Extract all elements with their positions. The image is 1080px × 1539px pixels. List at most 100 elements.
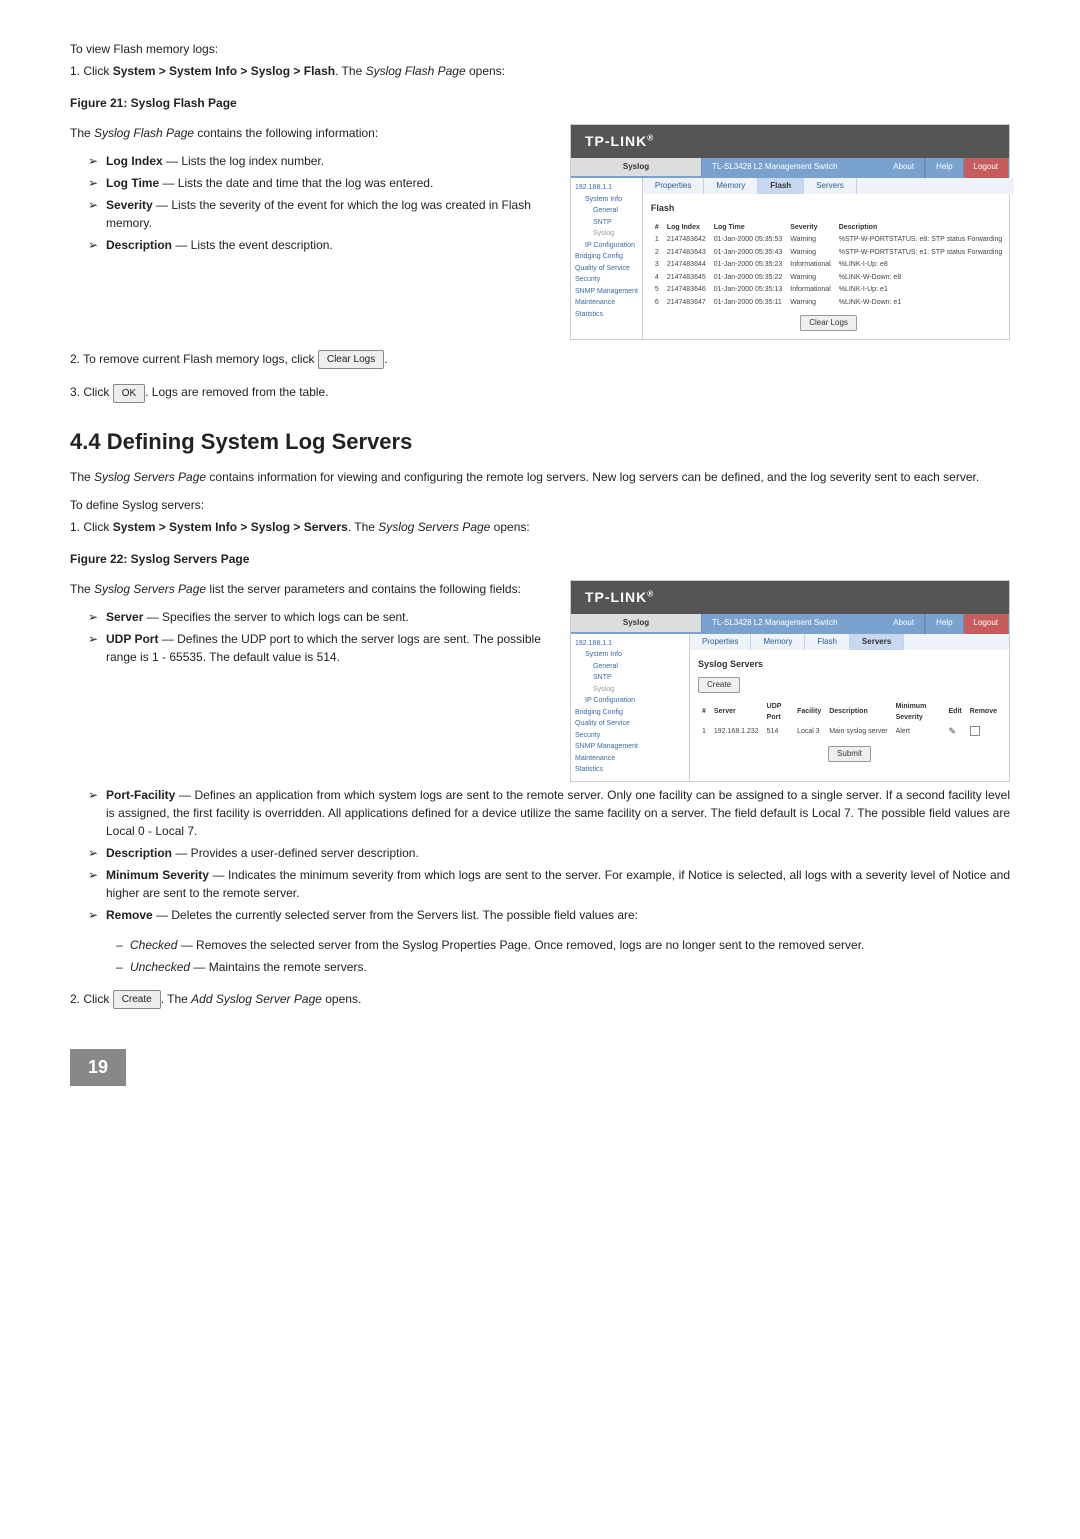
nav-snmp-2[interactable]: SNMP Management xyxy=(575,742,685,753)
c: 2147483646 xyxy=(663,284,710,297)
tab-properties[interactable]: Properties xyxy=(643,178,704,194)
flash-step1-italic: Syslog Flash Page xyxy=(366,64,466,78)
flash-page-intro: The Syslog Flash Page contains the follo… xyxy=(70,124,548,142)
servers-subintro: To define Syslog servers: xyxy=(70,496,1010,514)
ok-inline-button[interactable]: OK xyxy=(113,384,145,403)
servers-step-2: 2. Click Create. The Add Syslog Server P… xyxy=(70,990,1010,1009)
nav-general-2[interactable]: General xyxy=(575,662,685,673)
help-link[interactable]: Help xyxy=(925,158,963,178)
nav-maint-2[interactable]: Maintenance xyxy=(575,754,685,765)
nav-tree-2[interactable]: 192.168.1.1 System Info General SNTP Sys… xyxy=(571,634,690,781)
nav-general[interactable]: General xyxy=(575,206,638,217)
tab-flash-2[interactable]: Flash xyxy=(805,634,850,650)
nav-syslog[interactable]: Syslog xyxy=(575,229,638,240)
servers-sublist: Checked — Removes the selected server fr… xyxy=(70,936,1010,976)
nav-ipconf[interactable]: IP Configuration xyxy=(575,241,638,252)
about-link[interactable]: About xyxy=(883,158,925,178)
scol-server: Server xyxy=(710,701,763,724)
nav-sysinfo-2[interactable]: System Info xyxy=(575,650,685,661)
logout-link[interactable]: Logout xyxy=(964,158,1009,178)
c: 01-Jan-2000 05:35:11 xyxy=(710,297,787,310)
nav-tree[interactable]: 192.168.1.1 System Info General SNTP Sys… xyxy=(571,178,643,339)
section-4-4-heading: 4.4 Defining System Log Servers xyxy=(70,425,1010,458)
clear-logs-inline-button[interactable]: Clear Logs xyxy=(318,350,384,369)
spi-italic: Syslog Servers Page xyxy=(94,582,206,596)
c: 2 xyxy=(651,247,663,260)
device-subtitle-2: TL-SL3428 L2 Management Switch xyxy=(702,614,883,634)
nav-syslog-2[interactable]: Syslog xyxy=(575,685,685,696)
minsev-t: — Indicates the minimum severity from wh… xyxy=(106,868,1010,900)
c: 01-Jan-2000 05:35:22 xyxy=(710,272,787,285)
flash-step-2: 2. To remove current Flash memory logs, … xyxy=(70,350,1010,369)
tab-flash[interactable]: Flash xyxy=(758,178,804,194)
nav-maint[interactable]: Maintenance xyxy=(575,298,638,309)
nav-security[interactable]: Security xyxy=(575,275,638,286)
c: %STP-W-PORTSTATUS: e1: STP status Forwar… xyxy=(835,247,1007,260)
nav-sntp-2[interactable]: SNTP xyxy=(575,673,685,684)
nav-root[interactable]: 192.168.1.1 xyxy=(575,183,638,194)
nav-bridging-2[interactable]: Bridging Config xyxy=(575,708,685,719)
tab-properties-2[interactable]: Properties xyxy=(690,634,751,650)
server-b: Server xyxy=(106,610,143,624)
scol-min: Minimum Severity xyxy=(892,701,945,724)
flash-step1-end: opens: xyxy=(466,64,505,78)
remove-checkbox[interactable] xyxy=(966,724,1001,740)
nav-sntp[interactable]: SNTP xyxy=(575,218,638,229)
tab-servers-2[interactable]: Servers xyxy=(850,634,904,650)
create-button[interactable]: Create xyxy=(698,677,740,693)
logout-link-2[interactable]: Logout xyxy=(964,614,1009,634)
nav-root-2[interactable]: 192.168.1.1 xyxy=(575,639,685,650)
servers-pane-heading: Syslog Servers xyxy=(698,658,1001,672)
sp2: contains information for viewing and con… xyxy=(206,470,979,484)
submit-button[interactable]: Submit xyxy=(828,746,871,762)
c: 2147483645 xyxy=(663,272,710,285)
nav-qos[interactable]: Quality of Service xyxy=(575,264,638,275)
flash-step1-mid: . The xyxy=(335,64,365,78)
nav-stats[interactable]: Statistics xyxy=(575,310,638,321)
remove-b: Remove xyxy=(106,908,153,922)
ss2-mid: . The xyxy=(161,992,191,1006)
c: %LINK-W-Down: e1 xyxy=(835,297,1007,310)
col-logindex: Log Index xyxy=(663,222,710,235)
tab-servers[interactable]: Servers xyxy=(804,178,857,194)
nav-sysinfo[interactable]: System Info xyxy=(575,195,638,206)
scol-desc: Description xyxy=(825,701,891,724)
c: 2147483647 xyxy=(663,297,710,310)
nav-snmp[interactable]: SNMP Management xyxy=(575,287,638,298)
table-row: 6214748364701-Jan-2000 05:35:11Warning%L… xyxy=(651,297,1006,310)
severity-b: Severity xyxy=(106,198,153,212)
udp-b: UDP Port xyxy=(106,632,158,646)
c: 1 xyxy=(651,234,663,247)
figure-21-title: Figure 21: Syslog Flash Page xyxy=(70,94,1010,112)
servers-table: # Server UDP Port Facility Description M… xyxy=(698,701,1001,740)
sc: Local 3 xyxy=(793,724,825,740)
page-footer: 19 xyxy=(70,1049,1010,1086)
c: %LINK-I-Up: e1 xyxy=(835,284,1007,297)
scol-fac: Facility xyxy=(793,701,825,724)
create-inline-button[interactable]: Create xyxy=(113,990,161,1009)
ss1-italic: Syslog Servers Page xyxy=(378,520,490,534)
clear-logs-button[interactable]: Clear Logs xyxy=(800,315,857,331)
servers-left-bullets: Server — Specifies the server to which l… xyxy=(70,608,548,666)
edit-icon[interactable]: ✎ xyxy=(945,724,966,740)
c: 3 xyxy=(651,259,663,272)
nav-bridging[interactable]: Bridging Config xyxy=(575,252,638,263)
desc2-t: — Provides a user-defined server descrip… xyxy=(172,846,419,860)
nav-stats-2[interactable]: Statistics xyxy=(575,765,685,776)
tab-memory-2[interactable]: Memory xyxy=(751,634,805,650)
servers-page-intro: The Syslog Servers Page list the server … xyxy=(70,580,548,598)
about-link-2[interactable]: About xyxy=(883,614,925,634)
nav-heading: Syslog xyxy=(571,158,702,176)
fpi-2: contains the following information: xyxy=(194,126,378,140)
brand-text-2: TP-LINK xyxy=(585,589,647,605)
nav-security-2[interactable]: Security xyxy=(575,731,685,742)
fs3-prefix: 3. Click xyxy=(70,385,113,399)
flash-step-1: 1. Click System > System Info > Syslog >… xyxy=(70,62,1010,80)
tab-memory[interactable]: Memory xyxy=(704,178,758,194)
fpi-italic: Syslog Flash Page xyxy=(94,126,194,140)
ss1-end: opens: xyxy=(490,520,529,534)
nav-ipconf-2[interactable]: IP Configuration xyxy=(575,696,685,707)
nav-qos-2[interactable]: Quality of Service xyxy=(575,719,685,730)
help-link-2[interactable]: Help xyxy=(925,614,963,634)
scol-rem: Remove xyxy=(966,701,1001,724)
